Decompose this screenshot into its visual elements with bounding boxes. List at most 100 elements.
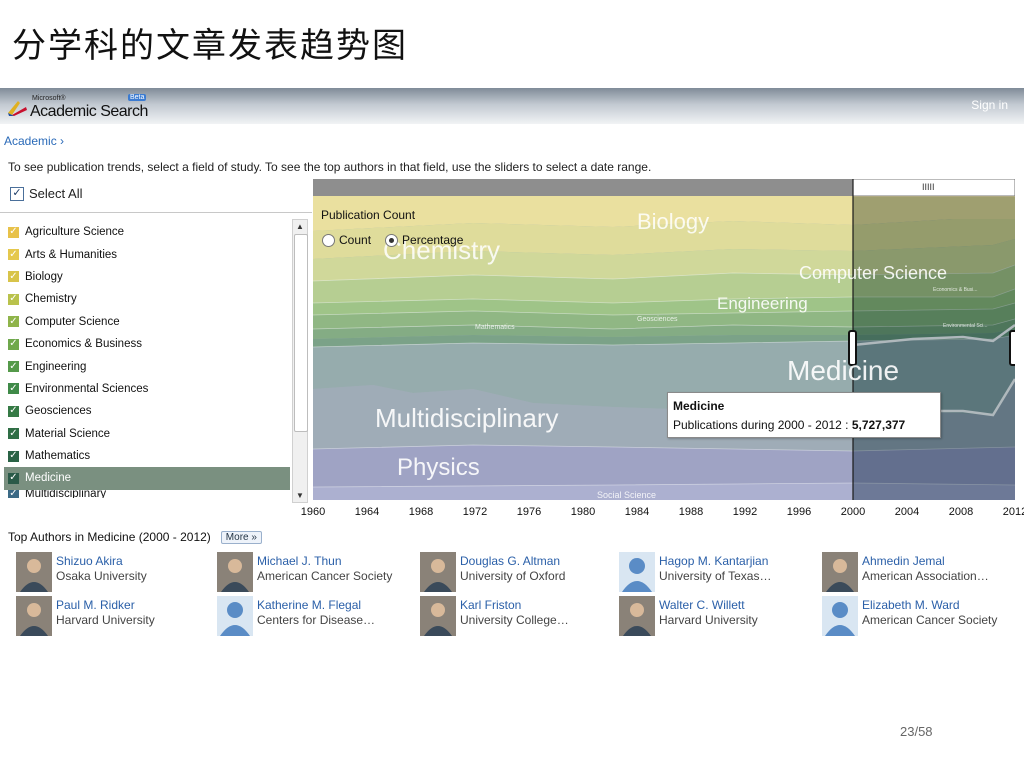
breadcrumb-academic[interactable]: Academic xyxy=(4,134,57,148)
field-item[interactable]: ✓ Agriculture Science xyxy=(4,221,290,243)
field-checkbox[interactable]: ✓ xyxy=(8,249,19,261)
field-label: Chemistry xyxy=(25,293,77,306)
more-button[interactable]: More » xyxy=(220,530,262,544)
x-tick-label: 1988 xyxy=(678,506,704,518)
field-item[interactable]: ✓ Medicine xyxy=(4,467,290,490)
field-item[interactable]: ✓ Economics & Business xyxy=(4,333,290,355)
author-name[interactable]: Paul M. Ridker xyxy=(56,598,135,612)
x-tick-label: 1960 xyxy=(300,506,326,518)
author-card[interactable]: Douglas G. Altman University of Oxford xyxy=(420,552,620,592)
chart-title: Publication Count xyxy=(321,208,416,222)
range-right-handle[interactable] xyxy=(1009,330,1015,366)
author-card[interactable]: Hagop M. Kantarjian University of Texas… xyxy=(619,552,819,592)
author-name[interactable]: Ahmedin Jemal xyxy=(862,554,945,568)
author-card[interactable]: Ahmedin Jemal American Association… xyxy=(822,552,1022,592)
author-photo[interactable] xyxy=(420,552,456,592)
author-affiliation: University of Oxford xyxy=(460,569,566,583)
field-item[interactable]: ✓ Geosciences xyxy=(4,400,290,422)
author-name[interactable]: Elizabeth M. Ward xyxy=(862,598,960,612)
field-checkbox[interactable]: ✓ xyxy=(8,316,19,328)
author-card[interactable]: Katherine M. Flegal Centers for Disease… xyxy=(217,596,417,636)
author-card[interactable]: Michael J. Thun American Cancer Society xyxy=(217,552,417,592)
label-computer-science: Computer Science xyxy=(799,263,947,283)
field-panel: ✓ Agriculture Science ✓ Arts & Humanities ✓ B… xyxy=(0,212,312,503)
author-photo[interactable] xyxy=(619,596,655,636)
author-affiliation: Harvard University xyxy=(56,613,155,627)
field-item[interactable]: ✓ Chemistry xyxy=(4,288,290,310)
field-item[interactable]: ✓ Biology xyxy=(4,266,290,288)
field-list-scrollbar[interactable]: ▲ ▼ xyxy=(292,219,308,503)
x-tick-label: 2004 xyxy=(894,506,920,518)
author-photo[interactable] xyxy=(16,596,52,636)
author-name[interactable]: Karl Friston xyxy=(460,598,521,612)
author-card[interactable]: Walter C. Willett Harvard University xyxy=(619,596,819,636)
academic-search-logo[interactable]: Microsoft® Academic Search Beta xyxy=(6,93,156,121)
field-item[interactable]: ✓ Engineering xyxy=(4,355,290,377)
author-name[interactable]: Douglas G. Altman xyxy=(460,554,560,568)
publication-trend-chart[interactable]: Biology Chemistry Computer Science Engin… xyxy=(313,179,1015,500)
author-affiliation: American Cancer Society xyxy=(862,613,998,627)
label-multidisciplinary: Multidisciplinary xyxy=(375,403,559,433)
select-all-checkbox[interactable]: ✓ xyxy=(10,186,24,201)
author-affiliation: Centers for Disease… xyxy=(257,613,376,627)
author-photo[interactable] xyxy=(16,552,52,592)
slider-grip-icon[interactable]: IIIII xyxy=(922,182,935,192)
author-card[interactable]: Elizabeth M. Ward American Cancer Society xyxy=(822,596,1022,636)
x-axis: 1960 1964 1968 1972 1976 1980 1984 1988 1992 1996… xyxy=(301,502,1024,522)
author-name[interactable]: Walter C. Willett xyxy=(659,598,745,612)
field-checkbox[interactable]: ✓ xyxy=(8,271,19,283)
label-environmental-tiny: Environmental Sci... xyxy=(943,323,987,329)
field-item[interactable]: ✓ Arts & Humanities xyxy=(4,243,290,265)
field-checkbox[interactable]: ✓ xyxy=(8,383,19,395)
author-card[interactable]: Karl Friston University College… xyxy=(420,596,620,636)
scroll-up-icon[interactable]: ▲ xyxy=(296,222,304,231)
x-tick-label: 1996 xyxy=(786,506,812,518)
label-social-science: Social Science xyxy=(597,490,656,500)
field-checkbox[interactable]: ✓ xyxy=(8,361,19,373)
field-list: ✓ Agriculture Science ✓ Arts & Humanities ✓ B… xyxy=(4,221,290,498)
tooltip-value: 5,727,377 xyxy=(851,418,906,432)
browser-screenshot: Microsoft® Academic Search Beta Sign in … xyxy=(0,88,1024,648)
field-item[interactable]: ✓ Multidisciplinary xyxy=(4,489,290,498)
radio-percentage[interactable]: Percentage xyxy=(385,233,463,247)
author-name[interactable]: Hagop M. Kantarjian xyxy=(659,554,768,568)
radio-percentage-button[interactable] xyxy=(385,233,399,247)
author-photo[interactable] xyxy=(420,596,456,636)
scroll-down-icon[interactable]: ▼ xyxy=(296,491,304,500)
x-tick-label: 1984 xyxy=(624,506,650,518)
author-name[interactable]: Katherine M. Flegal xyxy=(257,598,361,612)
author-photo[interactable] xyxy=(217,552,253,592)
field-checkbox[interactable]: ✓ xyxy=(8,338,19,350)
field-item[interactable]: ✓ Computer Science xyxy=(4,311,290,333)
field-checkbox[interactable]: ✓ xyxy=(8,293,19,305)
x-tick-label: 1964 xyxy=(354,506,380,518)
sign-in-link[interactable]: Sign in xyxy=(971,98,1008,112)
author-name[interactable]: Shizuo Akira xyxy=(56,554,123,568)
author-affiliation: University College… xyxy=(460,613,569,627)
radio-count-button[interactable] xyxy=(322,233,335,247)
author-affiliation: American Cancer Society xyxy=(257,569,393,583)
label-engineering: Engineering xyxy=(717,294,808,313)
field-label: Geosciences xyxy=(25,405,92,418)
scroll-thumb[interactable] xyxy=(294,234,308,432)
author-name[interactable]: Michael J. Thun xyxy=(257,554,342,568)
field-item[interactable]: ✓ Mathematics xyxy=(4,445,290,467)
field-item[interactable]: ✓ Environmental Sciences xyxy=(4,378,290,400)
field-checkbox[interactable]: ✓ xyxy=(8,405,19,417)
field-checkbox[interactable]: ✓ xyxy=(8,428,19,440)
field-checkbox[interactable]: ✓ xyxy=(8,226,19,238)
field-checkbox[interactable]: ✓ xyxy=(8,450,19,462)
label-mathematics: Mathematics xyxy=(475,324,515,331)
field-checkbox[interactable]: ✓ xyxy=(8,472,19,484)
unselected-overlay xyxy=(313,179,853,500)
x-tick-label: 2000 xyxy=(840,506,866,518)
label-economics-tiny: Economics & Busi... xyxy=(933,287,977,293)
author-card[interactable]: Paul M. Ridker Harvard University xyxy=(16,596,216,636)
author-card[interactable]: Shizuo Akira Osaka University xyxy=(16,552,216,592)
author-photo[interactable] xyxy=(822,552,858,592)
radio-count[interactable]: Count xyxy=(322,233,371,247)
select-all[interactable]: ✓ Select All xyxy=(10,186,82,201)
field-checkbox[interactable]: ✓ xyxy=(8,489,19,498)
breadcrumb[interactable]: Academic › xyxy=(4,134,64,148)
field-item[interactable]: ✓ Material Science xyxy=(4,423,290,445)
